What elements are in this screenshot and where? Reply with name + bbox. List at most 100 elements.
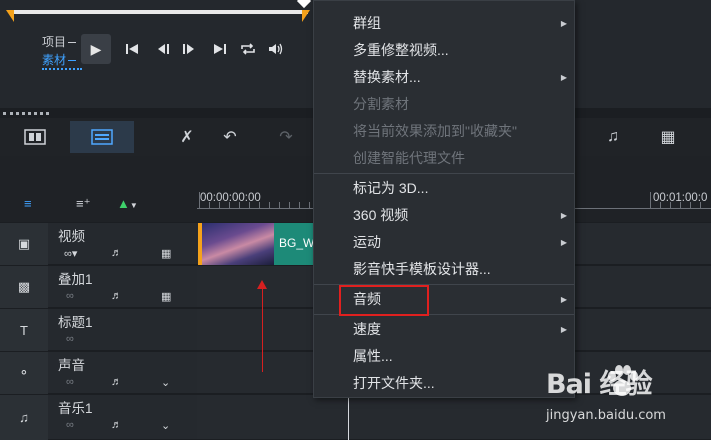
panel-resize-handle[interactable] [3, 112, 49, 115]
video-clip[interactable]: BG_W [198, 223, 314, 265]
undo-icon: ↶ [223, 129, 237, 146]
undo-button[interactable]: ↶ [200, 121, 260, 153]
checker-icon[interactable]: ▦ [161, 247, 171, 260]
chevron-down-icon[interactable]: ⌄ [161, 419, 170, 432]
track-header-voice[interactable]: ⚬ 声音 ∞ ♬ ⌄ [0, 352, 197, 394]
submenu-arrow-icon: ▶ [560, 19, 567, 28]
track-music-select[interactable]: ♫ [0, 395, 48, 440]
menu-item-template-designer[interactable]: 影音快手模板设计器... [314, 256, 574, 283]
speaker-icon[interactable]: ♬ [111, 419, 122, 431]
annotation-arrow-head [257, 280, 267, 289]
ruler-tick [289, 202, 290, 208]
film-icon: ▦ [660, 129, 676, 146]
step-forward-icon [183, 44, 194, 54]
clip-mode-label: 素材 [42, 53, 67, 67]
track-header-title[interactable]: T 标题1 ∞ [0, 309, 197, 351]
track-voice-select[interactable]: ⚬ [0, 352, 48, 394]
link-icon[interactable]: ∞ [66, 290, 74, 302]
overlay-icon: ▩ [17, 279, 31, 294]
menu-item-label: 创建智能代理文件 [353, 150, 465, 166]
volume-button[interactable] [266, 39, 286, 59]
title-icon: T [20, 322, 28, 338]
triangle-icon: ▲ [117, 196, 130, 211]
menu-item-smart-proxy: 创建智能代理文件 [314, 145, 574, 172]
trim-end-handle[interactable] [302, 10, 310, 22]
clip-mode-toggle[interactable]: 素材 [42, 51, 77, 68]
link-icon[interactable]: ∞ [66, 376, 74, 388]
track-video-select[interactable]: ▣ [0, 223, 48, 265]
menu-item-label: 将当前效果添加到"收藏夹" [353, 123, 517, 139]
menu-separator [314, 173, 574, 174]
track-name: 音乐1 [58, 401, 93, 416]
track-name: 视频 [58, 229, 85, 244]
chapter-point-button[interactable]: ▲▼ [117, 196, 138, 211]
checker-icon[interactable]: ▦ [161, 290, 171, 303]
volume-icon [269, 43, 283, 55]
track-header-video[interactable]: ▣ 视频 ∞▾ ♬ ▦ [0, 223, 197, 265]
step-back-button[interactable] [153, 39, 173, 59]
timeline-view-button[interactable] [70, 121, 134, 153]
trim-start-handle[interactable] [6, 10, 14, 22]
menu-item-multi-trim[interactable]: 多重修整视频... [314, 37, 574, 64]
menu-item-360-video[interactable]: 360 视频 ▶ [314, 202, 574, 229]
add-track-button[interactable]: ≡⁺ [76, 196, 90, 212]
paw-icon [608, 365, 638, 396]
tools-icon: ✗ [180, 129, 194, 146]
playhead-handle[interactable] [296, 0, 312, 9]
dash-icon [68, 42, 77, 44]
menu-item-label: 替换素材... [353, 69, 421, 85]
menu-item-replace-clip[interactable]: 替换素材... ▶ [314, 64, 574, 91]
clip-name: BG_W [279, 236, 314, 250]
speaker-icon[interactable]: ♬ [111, 290, 122, 302]
track-name: 叠加1 [58, 272, 93, 287]
scrub-bar[interactable] [10, 10, 308, 14]
ruler-end-label: 00:01:00:0 [653, 192, 708, 204]
skip-to-start-button[interactable] [122, 39, 142, 59]
menu-item-label: 影音快手模板设计器... [353, 261, 491, 277]
menu-item-group[interactable]: 群组 ▶ [314, 10, 574, 37]
ruler-tick [299, 202, 300, 208]
project-mode-toggle[interactable]: 项目 [42, 33, 77, 50]
video-camera-icon: ▣ [17, 236, 31, 251]
chevron-down-icon[interactable]: ⌄ [161, 376, 170, 389]
track-overlay-select[interactable]: ▩ [0, 266, 48, 308]
menu-item-mark-3d[interactable]: 标记为 3D... [314, 175, 574, 202]
step-back-icon [158, 44, 169, 54]
track-header-music[interactable]: ♫ 音乐1 ∞ ♬ ⌄ [0, 395, 197, 440]
link-icon[interactable]: ∞ [66, 333, 74, 345]
storyboard-view-icon [24, 129, 46, 145]
link-icon[interactable]: ∞ [66, 419, 74, 431]
ruler-start-label: 00:00:00:00 [200, 192, 261, 204]
skip-to-start-icon [126, 44, 138, 54]
track-header-overlay[interactable]: ▩ 叠加1 ∞ ♬ ▦ [0, 266, 197, 308]
link-icon[interactable]: ∞▾ [64, 247, 77, 260]
menu-item-label: 运动 [353, 234, 381, 250]
track-manager-icon: ≡ [24, 196, 32, 211]
repeat-button[interactable] [238, 39, 258, 59]
menu-item-open-folder[interactable]: 打开文件夹... [314, 370, 574, 397]
ruler-tick [650, 192, 651, 208]
track-manager-button[interactable]: ≡ [24, 196, 32, 211]
menu-item-motion[interactable]: 运动 ▶ [314, 229, 574, 256]
play-button[interactable]: ▶ [81, 34, 111, 64]
menu-item-label: 360 视频 [353, 207, 409, 223]
step-forward-button[interactable] [179, 39, 199, 59]
storyboard-view-button[interactable] [3, 121, 67, 153]
context-menu: 群组 ▶ 多重修整视频... 替换素材... ▶ 分割素材 将当前效果添加到"收藏夹… [313, 0, 575, 398]
menu-item-label: 分割素材 [353, 96, 409, 112]
submenu-arrow-icon: ▶ [560, 295, 567, 304]
submenu-arrow-icon: ▶ [560, 73, 567, 82]
menu-item-properties[interactable]: 属性... [314, 343, 574, 370]
menu-item-split-clip: 分割素材 [314, 91, 574, 118]
redo-button[interactable]: ↷ [256, 121, 316, 153]
track-title-select[interactable]: T [0, 309, 48, 351]
menu-item-speed[interactable]: 速度 ▶ [314, 316, 574, 343]
clip-mode-indicator [42, 68, 82, 70]
audio-mixer-button[interactable]: ♫ [583, 121, 643, 153]
skip-to-end-button[interactable] [210, 39, 230, 59]
submenu-arrow-icon: ▶ [560, 211, 567, 220]
repeat-icon [241, 43, 255, 55]
auto-music-button[interactable]: ▦ [638, 121, 698, 153]
speaker-icon[interactable]: ♬ [111, 247, 122, 259]
speaker-icon[interactable]: ♬ [111, 376, 122, 388]
